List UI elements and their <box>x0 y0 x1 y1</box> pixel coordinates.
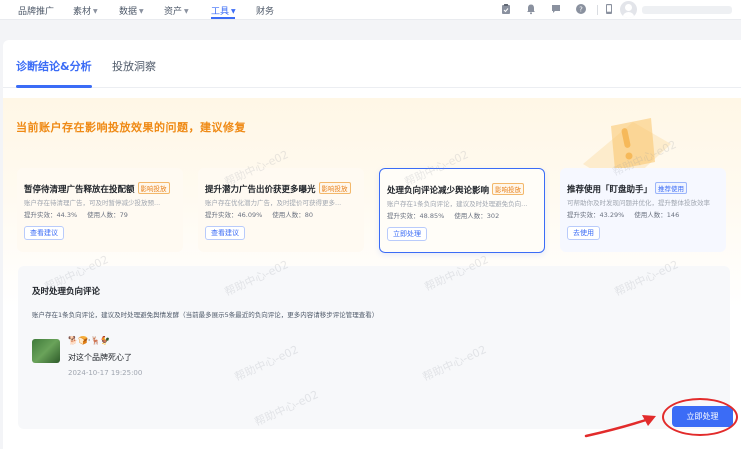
detail-desc: 账户存在1条负向评论，建议及时处理避免舆情发酵（当前最多展示5条最近的负向评论，… <box>32 311 379 319</box>
banner-title: 当前账户存在影响投放效果的问题，建议修复 <box>16 121 246 134</box>
nav-item-tools[interactable]: 工具 ▼ <box>211 4 236 17</box>
main-panel: 诊断结论&分析 投放洞察 当前账户存在影响投放效果的问题，建议修复 暂停待清理广… <box>3 40 741 449</box>
nav-active-indicator <box>211 17 235 19</box>
commenter-name: 🐕🍞·🦌🐓 <box>68 336 111 345</box>
message-icon[interactable] <box>550 3 562 15</box>
nav-label: 品牌推广 <box>18 7 55 17</box>
suggestion-card[interactable]: 提升潜力广告出价获更多曝光 影响投放 账户存在优化潜力广告，及时提价可获得更多..… <box>198 168 364 252</box>
detail-title: 及时处理负向评论 <box>32 287 101 297</box>
tab-diagnosis[interactable]: 诊断结论&分析 <box>16 58 92 74</box>
top-nav: 品牌推广 素材 ▼ 数据 ▼ 资产 ▼ 工具 ▼ 财务 ? <box>0 0 741 20</box>
user-avatar[interactable] <box>620 1 637 18</box>
card-desc: 账户存在1条负向评论，建议及时处理避免负向... <box>387 200 528 208</box>
card-tag: 影响投放 <box>318 182 351 194</box>
card-tag: 推荐使用 <box>655 182 688 194</box>
mobile-icon[interactable] <box>603 3 615 15</box>
card-title: 提升潜力广告出价获更多曝光 影响投放 <box>205 182 351 195</box>
card-desc: 账户存在待清理广告，可及时暂停减少投放预... <box>24 199 161 207</box>
nav-label: 素材 <box>73 7 92 17</box>
go-use-button[interactable]: 去使用 <box>567 226 600 240</box>
suggestion-card[interactable]: 暂停待清理广告释放在投配额 影响投放 账户存在待清理广告，可及时暂停减少投放预..… <box>17 168 183 252</box>
nav-divider <box>597 5 598 15</box>
card-stats: 提升实效：46.09% 使用人数：80 <box>205 211 314 219</box>
bell-icon[interactable] <box>525 3 537 15</box>
caret-down-icon: ▼ <box>139 8 144 15</box>
card-tag: 影响投放 <box>492 183 525 195</box>
nav-label: 资产 <box>164 7 183 17</box>
comment-time: 2024-10-17 19:25:00 <box>68 369 143 377</box>
commenter-avatar <box>32 339 60 363</box>
user-name-redacted <box>642 6 732 14</box>
card-title: 推荐使用「盯盘助手」 推荐使用 <box>567 182 688 195</box>
suggestion-card-selected[interactable]: 处理负向评论减少舆论影响 影响投放 账户存在1条负向评论，建议及时处理避免负向..… <box>379 168 545 253</box>
caret-down-icon: ▼ <box>93 8 98 15</box>
suggestion-card[interactable]: 推荐使用「盯盘助手」 推荐使用 可帮助你及时发现问题并优化，提升整体投放效率 提升… <box>560 168 726 252</box>
nav-label: 工具 <box>211 7 230 17</box>
card-title: 处理负向评论减少舆论影响 影响投放 <box>387 183 525 196</box>
help-icon[interactable]: ? <box>575 3 587 15</box>
nav-item-assets[interactable]: 资产 ▼ <box>164 4 189 17</box>
nav-label: 数据 <box>119 7 138 17</box>
card-desc: 可帮助你及时发现问题并优化，提升整体投放效率 <box>567 199 710 207</box>
nav-item-finance[interactable]: 财务 <box>256 4 274 17</box>
card-stats: 提升实效：44.3% 使用人数：79 <box>24 211 128 219</box>
view-suggestion-button[interactable]: 查看建议 <box>205 226 245 240</box>
card-tag: 影响投放 <box>137 182 170 194</box>
nav-item-data[interactable]: 数据 ▼ <box>119 4 144 17</box>
svg-text:?: ? <box>579 6 583 14</box>
handle-now-card-button[interactable]: 立即处理 <box>387 227 427 241</box>
comment-text: 对这个品牌死心了 <box>68 353 132 362</box>
card-stats: 提升实效：43.29% 使用人数：146 <box>567 211 680 219</box>
detail-panel: 及时处理负向评论 账户存在1条负向评论，建议及时处理避免舆情发酵（当前最多展示5… <box>18 266 730 429</box>
caret-down-icon: ▼ <box>231 8 236 15</box>
card-title: 暂停待清理广告释放在投配额 影响投放 <box>24 182 170 195</box>
tab-active-indicator <box>16 85 92 88</box>
clipboard-icon[interactable] <box>500 3 512 15</box>
caret-down-icon: ▼ <box>184 8 189 15</box>
nav-item-brand[interactable]: 品牌推广 <box>18 4 54 17</box>
view-suggestion-button[interactable]: 查看建议 <box>24 226 64 240</box>
tab-insight[interactable]: 投放洞察 <box>112 58 156 74</box>
nav-label: 财务 <box>256 7 275 17</box>
annotation-circle <box>662 398 738 436</box>
tab-bar: 诊断结论&分析 投放洞察 <box>3 40 741 88</box>
nav-item-material[interactable]: 素材 ▼ <box>73 4 98 17</box>
card-desc: 账户存在优化潜力广告，及时提价可获得更多... <box>205 199 342 207</box>
annotation-arrow-icon <box>584 415 656 438</box>
card-stats: 提升实效：48.85% 使用人数：302 <box>387 212 500 220</box>
